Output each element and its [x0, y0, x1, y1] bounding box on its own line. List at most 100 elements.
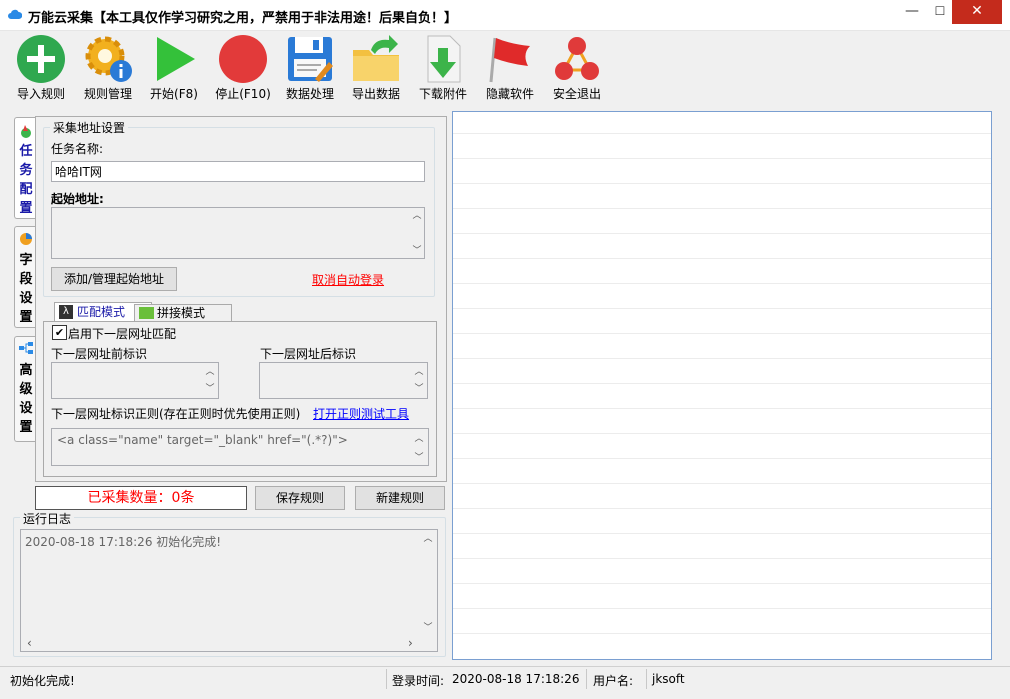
tab-label: 拼接模式: [157, 306, 206, 320]
toolbar-label: 数据处理: [285, 87, 334, 101]
start-url-textarea[interactable]: [51, 207, 425, 259]
scroll-left-icon[interactable]: ‹: [27, 636, 32, 650]
collected-count: 已采集数量：0条: [35, 486, 247, 510]
grid-row-line: [453, 358, 991, 359]
tab-task-config[interactable]: 任务配置: [14, 117, 37, 219]
grid-row-line: [453, 458, 991, 459]
scroll-down-icon[interactable]: ﹀: [411, 243, 423, 256]
tab-label: 字段设置: [19, 253, 33, 325]
grid-row-line: [453, 133, 991, 134]
tab-label: 任务配置: [19, 144, 33, 216]
new-rule-button[interactable]: 新建规则: [355, 486, 445, 510]
grid-row-line: [453, 408, 991, 409]
run-log-textarea[interactable]: 2020-08-18 17:18:26 初始化完成!: [20, 529, 438, 652]
scroll-down-icon[interactable]: ﹀: [413, 381, 425, 394]
save-rule-button[interactable]: 保存规则: [255, 486, 345, 510]
gear-info-icon: [85, 36, 132, 82]
scroll-up-icon[interactable]: ︿: [413, 431, 425, 444]
scroll-up-icon[interactable]: ︿: [204, 364, 216, 377]
toolbar-label: 停止(F10): [215, 87, 271, 101]
concat-icon: [139, 307, 154, 319]
prefix-label: 下一层网址前标识: [51, 347, 148, 361]
task-name-input[interactable]: 哈哈IT网: [51, 161, 425, 182]
grid-row-line: [453, 258, 991, 259]
scroll-down-icon[interactable]: ﹀: [413, 450, 425, 463]
task-name-label: 任务名称:: [51, 142, 104, 156]
play-icon: [157, 37, 195, 81]
grid-row-line: [453, 183, 991, 184]
data-process-button[interactable]: 数据处理: [282, 32, 338, 104]
tab-field-settings[interactable]: 字段设置: [14, 226, 37, 328]
prefix-textarea[interactable]: [51, 362, 219, 399]
safe-exit-button[interactable]: 安全退出: [548, 32, 606, 104]
scroll-up-icon[interactable]: ︿: [413, 364, 425, 377]
stop-icon: [219, 35, 267, 83]
grid-row-line: [453, 208, 991, 209]
grid-row-line: [453, 608, 991, 609]
window-title: 万能云采集【本工具仅作学习研究之用，严禁用于非法用途！后果自负！】: [28, 11, 458, 26]
toolbar-label: 安全退出: [552, 87, 601, 101]
download-icon: [427, 35, 461, 83]
lambda-icon: λ: [59, 305, 73, 319]
group-title: 采集地址设置: [50, 119, 129, 136]
grid-row-line: [453, 158, 991, 159]
field-icon: [20, 233, 32, 245]
grid-row-line: [453, 633, 991, 634]
log-entry: 2020-08-18 17:18:26 初始化完成!: [25, 535, 222, 549]
exit-nodes-icon: [555, 37, 599, 80]
enable-next-level-label: 启用下一层网址匹配: [68, 327, 177, 341]
run-log-title: 运行日志: [20, 510, 75, 527]
task-icon: [21, 125, 31, 138]
suffix-label: 下一层网址后标识: [260, 347, 357, 361]
import-rules-button[interactable]: 导入规则: [12, 32, 70, 104]
suffix-textarea[interactable]: [259, 362, 428, 399]
add-start-url-button[interactable]: 添加/管理起始地址: [51, 267, 177, 291]
tab-concat-mode[interactable]: 拼接模式: [134, 304, 232, 322]
username-label: 用户名:: [593, 674, 634, 688]
red-flag-icon: [489, 37, 530, 83]
cancel-auto-login-link[interactable]: 取消自动登录: [312, 271, 384, 288]
start-url-label: 起始地址:: [51, 192, 104, 206]
grid-row-line: [453, 333, 991, 334]
rule-manage-button[interactable]: 规则管理: [78, 32, 138, 104]
regex-textarea[interactable]: <a class="name" target="_blank" href="(.…: [51, 428, 429, 466]
result-grid[interactable]: [452, 111, 992, 660]
open-regex-tool-link[interactable]: 打开正则测试工具: [313, 405, 409, 422]
close-button[interactable]: ✕: [952, 0, 1002, 24]
stop-button[interactable]: 停止(F10): [212, 32, 274, 104]
grid-row-line: [453, 483, 991, 484]
toolbar-label: 隐藏软件: [485, 87, 534, 101]
grid-row-line: [453, 583, 991, 584]
advanced-icon: [19, 342, 33, 354]
scroll-up-icon[interactable]: ︿: [411, 208, 423, 221]
tab-label: 匹配模式: [77, 305, 126, 319]
export-data-button[interactable]: 导出数据: [346, 32, 406, 104]
enable-next-level-checkbox[interactable]: ✔: [52, 325, 67, 340]
title-bar[interactable]: 万能云采集【本工具仅作学习研究之用，严禁用于非法用途！后果自负！】 — ☐ ✕: [0, 0, 1010, 31]
grid-row-line: [453, 558, 991, 559]
grid-row-line: [453, 508, 991, 509]
floppy-icon: [288, 37, 333, 82]
tab-advanced-settings[interactable]: 高级设置: [14, 336, 37, 442]
cloud-app-icon: [8, 9, 22, 19]
login-time-label: 登录时间:: [392, 674, 445, 688]
status-message: 初始化完成!: [10, 674, 75, 688]
scroll-down-icon[interactable]: ﹀: [204, 381, 216, 394]
start-button[interactable]: 开始(F8): [146, 32, 202, 104]
download-attachment-button[interactable]: 下载附件: [414, 32, 472, 104]
grid-row-line: [453, 383, 991, 384]
status-bar: 初始化完成! 登录时间: 2020-08-18 17:18:26 用户名: jk…: [0, 666, 1010, 691]
folder-export-icon: [353, 35, 399, 81]
scroll-right-icon[interactable]: ›: [408, 636, 413, 650]
grid-row-line: [453, 283, 991, 284]
grid-row-line: [453, 433, 991, 434]
hide-software-button[interactable]: 隐藏软件: [482, 32, 538, 104]
login-time-value: 2020-08-18 17:18:26: [452, 672, 580, 686]
toolbar-label: 导入规则: [16, 87, 65, 101]
add-circle-icon: [17, 35, 65, 83]
scroll-down-icon[interactable]: ﹀: [422, 620, 434, 633]
grid-row-line: [453, 308, 991, 309]
scroll-up-icon[interactable]: ︿: [422, 531, 434, 544]
tab-label: 高级设置: [19, 363, 33, 435]
grid-row-line: [453, 233, 991, 234]
